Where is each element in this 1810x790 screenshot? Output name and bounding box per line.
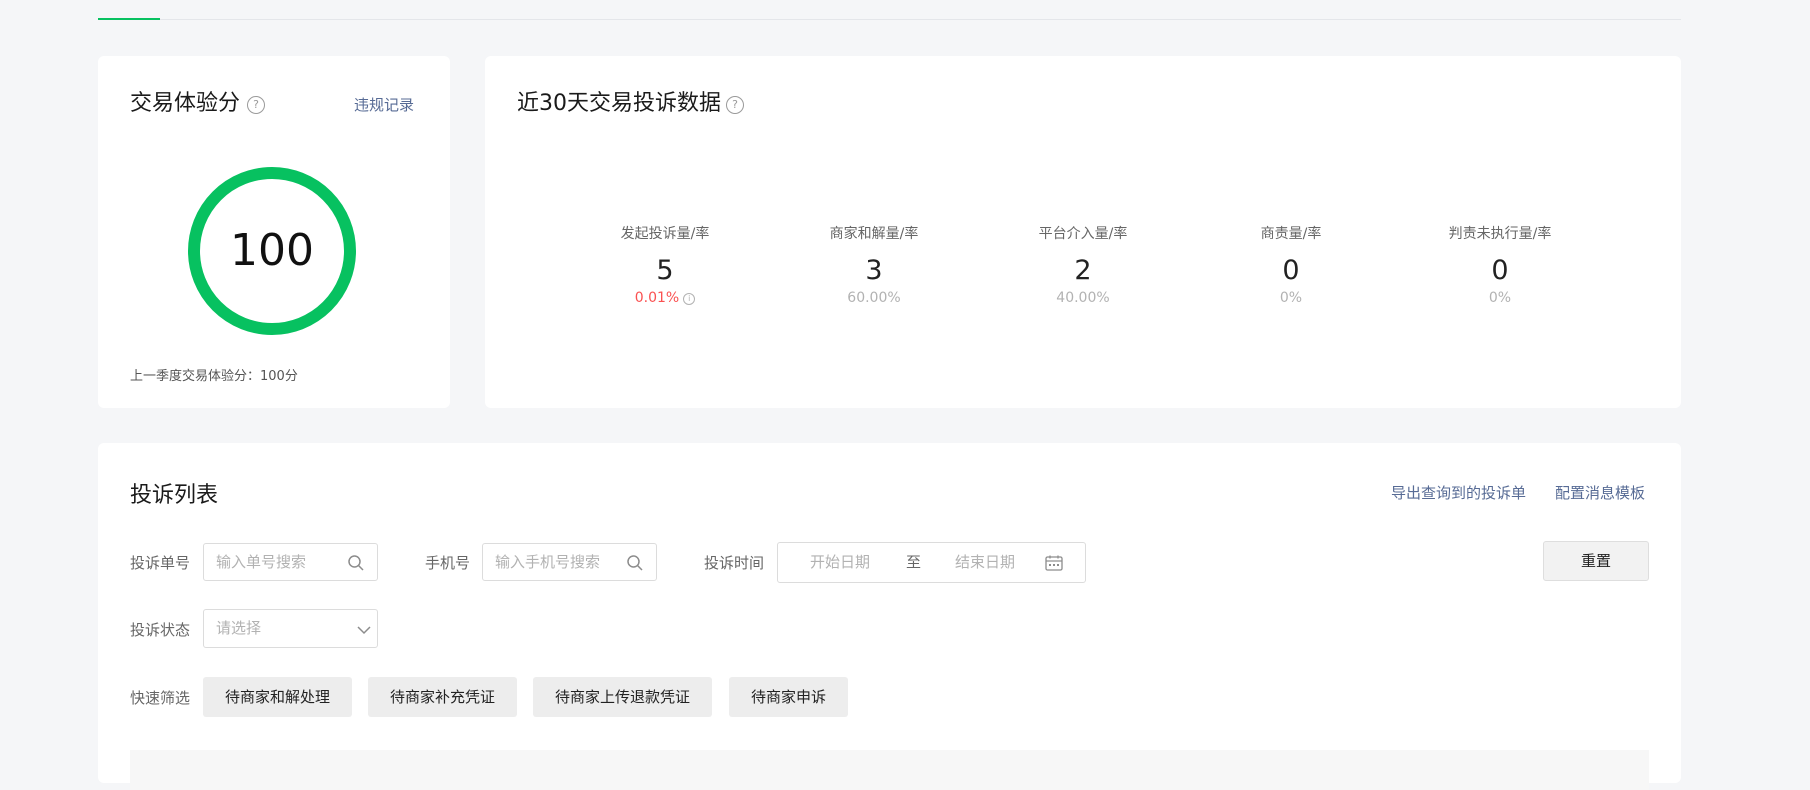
status-placeholder: 请选择 [216, 619, 262, 637]
stat-rate: 0.01% i [565, 288, 765, 308]
order-no-placeholder: 输入单号搜索 [216, 553, 307, 571]
stat-value: 0 [1491, 255, 1509, 286]
complaint-status-select[interactable]: 请选择 [203, 609, 378, 648]
score-ring: 100 [188, 167, 356, 335]
stat-rate: 0% [1488, 290, 1512, 306]
complaint-list-card: 投诉列表 导出查询到的投诉单 配置消息模板 投诉单号 输入单号搜索 手机号 输入… [98, 443, 1681, 790]
chevron-down-icon[interactable] [357, 626, 371, 635]
date-range-picker[interactable]: 开始日期 至 结束日期 [777, 542, 1086, 583]
stat-platform-intervened: 平台介入量/率 2 40.00% [983, 224, 1183, 308]
stat-rate: 40.00% [1056, 290, 1110, 306]
score-help-icon[interactable]: ? [247, 96, 265, 114]
stat-label: 平台介入量/率 [1038, 226, 1128, 242]
quick-filter-pending-evidence[interactable]: 待商家补充凭证 [368, 677, 518, 717]
stat-label: 判责未执行量/率 [1448, 226, 1552, 242]
phone-placeholder: 输入手机号搜索 [495, 553, 601, 571]
stat-rate: 60.00% [847, 290, 901, 306]
violation-record-link[interactable]: 违规记录 [354, 94, 414, 115]
message-template-link[interactable]: 配置消息模板 [1555, 482, 1645, 503]
trade-score-card: 交易体验分 ? 违规记录 100 上一季度交易体验分：100分 [98, 56, 450, 408]
search-icon[interactable] [347, 554, 365, 572]
complaint-stats-card: 近30天交易投诉数据 ? 发起投诉量/率 5 0.01% i 商家和解量/率 3 … [485, 56, 1681, 408]
score-value: 100 [230, 225, 314, 276]
quick-filter-label: 快速筛选 [130, 689, 191, 707]
complaint-list-title: 投诉列表 [130, 483, 219, 508]
info-icon[interactable]: i [683, 293, 696, 305]
start-date-placeholder[interactable]: 开始日期 [810, 543, 870, 582]
stat-settled: 商家和解量/率 3 60.00% [774, 224, 974, 308]
quick-filter-pending-refund-proof[interactable]: 待商家上传退款凭证 [533, 677, 713, 717]
tab-underline [98, 19, 1681, 20]
stat-value: 5 [656, 255, 674, 286]
order-no-search-input[interactable]: 输入单号搜索 [203, 543, 378, 581]
table-header [130, 750, 1649, 790]
stats-help-icon[interactable]: ? [726, 96, 744, 114]
stat-label: 商家和解量/率 [829, 226, 919, 242]
stat-value: 2 [1074, 255, 1092, 286]
end-date-placeholder[interactable]: 结束日期 [955, 543, 1015, 582]
stat-unexecuted: 判责未执行量/率 0 0% [1400, 224, 1600, 308]
phone-search-input[interactable]: 输入手机号搜索 [482, 543, 657, 581]
reset-button[interactable]: 重置 [1543, 541, 1649, 581]
stat-value: 3 [865, 255, 883, 286]
export-complaints-link[interactable]: 导出查询到的投诉单 [1391, 482, 1526, 503]
phone-label: 手机号 [425, 554, 471, 572]
quick-filter-pending-settlement[interactable]: 待商家和解处理 [203, 677, 353, 717]
stat-initiated: 发起投诉量/率 5 0.01% i [565, 224, 765, 308]
stat-merchant-liable: 商责量/率 0 0% [1191, 224, 1391, 308]
stat-label: 发起投诉量/率 [620, 226, 710, 242]
complaint-status-label: 投诉状态 [130, 621, 191, 639]
calendar-icon[interactable] [1045, 555, 1063, 571]
score-card-title: 交易体验分 [130, 91, 241, 116]
date-range-separator: 至 [906, 553, 922, 571]
order-no-label: 投诉单号 [130, 554, 191, 572]
stat-value: 0 [1282, 255, 1300, 286]
search-icon[interactable] [626, 554, 644, 572]
stat-label: 商责量/率 [1260, 226, 1322, 242]
stat-rate-text: 0.01% [634, 290, 680, 306]
complaint-time-label: 投诉时间 [704, 554, 765, 572]
active-tab-indicator [98, 18, 160, 20]
stats-card-title: 近30天交易投诉数据 [517, 91, 721, 116]
stat-rate: 0% [1279, 290, 1303, 306]
last-quarter-score: 上一季度交易体验分：100分 [130, 369, 298, 384]
quick-filter-pending-appeal[interactable]: 待商家申诉 [729, 677, 849, 717]
